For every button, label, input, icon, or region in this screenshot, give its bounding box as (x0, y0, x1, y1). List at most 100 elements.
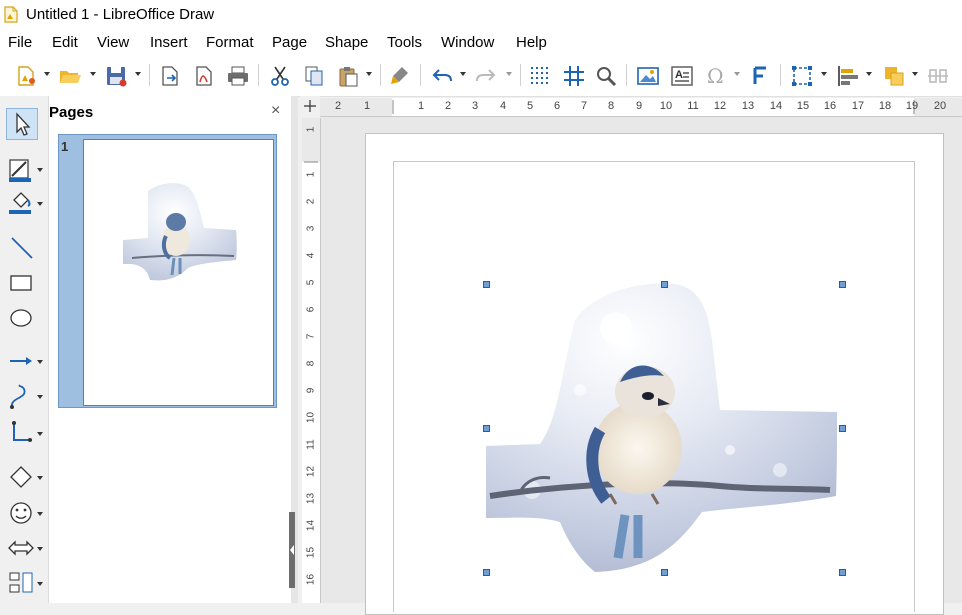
svg-text:A: A (675, 69, 683, 81)
selection-handle-middle-right[interactable] (839, 425, 846, 432)
selection-handle-top-left[interactable] (483, 281, 490, 288)
align-icon[interactable] (836, 64, 860, 88)
redo-icon[interactable] (474, 64, 498, 88)
selection-handle-middle-left[interactable] (483, 425, 490, 432)
selection-handle-bottom-left[interactable] (483, 569, 490, 576)
cut-icon[interactable] (268, 64, 292, 88)
selection-handle-bottom-right[interactable] (839, 569, 846, 576)
curve-icon[interactable] (6, 381, 36, 411)
arrow-dropdown-icon[interactable] (37, 360, 43, 364)
basic-shapes-dropdown-icon[interactable] (37, 476, 43, 480)
basic-shapes-icon[interactable] (6, 462, 36, 492)
clone-formatting-icon[interactable] (388, 64, 412, 88)
paste-dropdown-icon[interactable] (366, 72, 372, 76)
bird-image-shape[interactable] (480, 280, 850, 580)
block-arrows-dropdown-icon[interactable] (37, 547, 43, 551)
menu-window[interactable]: Window (441, 34, 494, 51)
save-dropdown-icon[interactable] (135, 72, 141, 76)
horizontal-ruler-tick-label: 1 (363, 100, 371, 112)
horizontal-ruler[interactable]: 2 1 1 2 3 4 5 6 7 8 9 10 11 12 13 14 15 16 17 18 19 20 (320, 98, 962, 117)
collapse-arrow-icon (290, 545, 294, 555)
block-arrows-icon[interactable] (6, 533, 36, 563)
menu-format[interactable]: Format (206, 34, 254, 51)
flowchart-dropdown-icon[interactable] (37, 582, 43, 586)
pages-panel-header: Pages × (49, 96, 291, 126)
page-thumbnail[interactable] (83, 139, 274, 406)
redo-dropdown-icon[interactable] (506, 72, 512, 76)
menu-help[interactable]: Help (516, 34, 547, 51)
selection-handle-top-right[interactable] (839, 281, 846, 288)
transformations-dropdown-icon[interactable] (821, 72, 827, 76)
print-icon[interactable] (226, 64, 250, 88)
horizontal-ruler-tick-label: 11 (687, 100, 699, 112)
insert-textbox-icon[interactable]: A (670, 64, 694, 88)
undo-icon[interactable] (430, 64, 454, 88)
horizontal-ruler-tick-label: 16 (823, 100, 837, 112)
arrange-dropdown-icon[interactable] (912, 72, 918, 76)
arrange-icon[interactable] (882, 64, 906, 88)
helplines-icon[interactable] (562, 64, 586, 88)
insert-image-icon[interactable] (636, 64, 660, 88)
toolbar-separator (380, 64, 381, 86)
ellipse-icon[interactable] (6, 303, 36, 333)
grid-icon[interactable] (528, 64, 552, 88)
line-color-icon[interactable] (6, 154, 36, 184)
menu-shape[interactable]: Shape (325, 34, 368, 51)
special-character-dropdown-icon[interactable] (734, 72, 740, 76)
splitter-handle[interactable] (289, 512, 295, 588)
menu-file[interactable]: File (8, 34, 32, 51)
menu-page[interactable]: Page (272, 34, 307, 51)
fill-color-dropdown-icon[interactable] (37, 202, 43, 206)
zoom-icon[interactable] (594, 64, 618, 88)
align-dropdown-icon[interactable] (866, 72, 872, 76)
open-icon[interactable] (58, 64, 82, 88)
new-dropdown-icon[interactable] (44, 72, 50, 76)
fill-color-icon[interactable] (6, 188, 36, 218)
new-icon[interactable] (14, 64, 38, 88)
symbol-shapes-icon[interactable] (6, 498, 36, 528)
menu-tools[interactable]: Tools (387, 34, 422, 51)
copy-icon[interactable] (302, 64, 326, 88)
open-dropdown-icon[interactable] (90, 72, 96, 76)
menu-insert[interactable]: Insert (150, 34, 188, 51)
vertical-ruler-tick-label: 8 (305, 360, 317, 367)
toolbar-separator (626, 64, 627, 86)
toolbar-separator (258, 64, 259, 86)
vertical-ruler-tick-label: 14 (305, 519, 317, 532)
select-icon[interactable] (6, 108, 38, 140)
export-icon[interactable] (158, 64, 182, 88)
transformations-icon[interactable] (790, 64, 814, 88)
horizontal-ruler-tick-label: 7 (580, 100, 588, 112)
distribute-icon[interactable] (926, 64, 950, 88)
fontwork-icon[interactable] (748, 64, 772, 88)
menu-edit[interactable]: Edit (52, 34, 78, 51)
menu-view[interactable]: View (97, 34, 129, 51)
line-icon[interactable] (6, 232, 36, 262)
export-pdf-icon[interactable] (192, 64, 216, 88)
horizontal-ruler-tick-label: 9 (635, 100, 643, 112)
special-character-icon[interactable]: Ω (704, 64, 728, 88)
connector-dropdown-icon[interactable] (37, 432, 43, 436)
horizontal-ruler-tick-label: 18 (878, 100, 892, 112)
selection-handle-bottom-center[interactable] (661, 569, 668, 576)
paste-icon[interactable] (336, 64, 360, 88)
toolbar-separator (780, 64, 781, 86)
vertical-ruler-tick-label: 4 (305, 252, 317, 259)
save-icon[interactable] (104, 64, 128, 88)
vertical-ruler-tick-label: 1 (305, 126, 317, 133)
symbol-shapes-dropdown-icon[interactable] (37, 512, 43, 516)
vertical-ruler[interactable]: 1 1 2 3 4 5 6 7 8 9 10 11 12 13 14 15 16 (302, 118, 321, 603)
close-icon[interactable]: × (271, 102, 280, 120)
horizontal-ruler-tick-label: 14 (769, 100, 783, 112)
line-color-dropdown-icon[interactable] (37, 168, 43, 172)
undo-dropdown-icon[interactable] (460, 72, 466, 76)
horizontal-ruler-tick-label: 10 (659, 100, 673, 112)
selection-handle-top-center[interactable] (661, 281, 668, 288)
ruler-corner[interactable] (300, 96, 320, 116)
arrow-icon[interactable] (6, 346, 36, 376)
curve-dropdown-icon[interactable] (37, 395, 43, 399)
title-bar: Untitled 1 - LibreOffice Draw (0, 0, 962, 30)
connector-icon[interactable] (6, 418, 36, 448)
rectangle-icon[interactable] (6, 268, 36, 298)
flowchart-icon[interactable] (6, 568, 36, 598)
